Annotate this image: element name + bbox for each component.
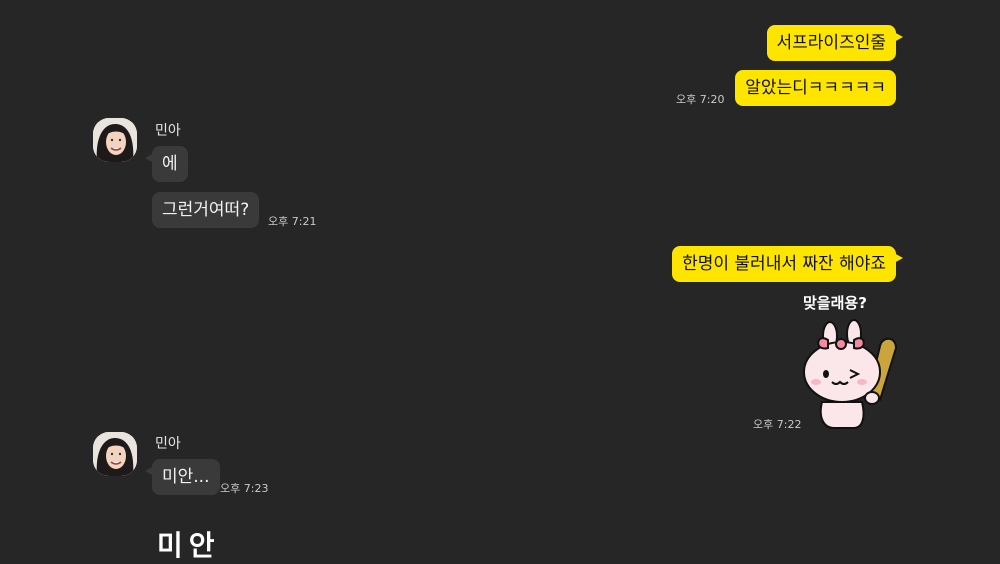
avatar[interactable]	[93, 432, 137, 476]
message-text: 미안...	[162, 467, 210, 487]
incoming-message-bubble[interactable]: 에	[145, 146, 188, 182]
bunny-with-bat-sticker[interactable]	[796, 318, 904, 430]
outgoing-message-bubble[interactable]: 서프라이즈인줄	[766, 25, 904, 61]
message-timestamp: 오후 7:22	[753, 418, 802, 431]
profile-photo-icon	[93, 432, 137, 476]
message-text: 서프라이즈인줄	[776, 33, 886, 53]
message-text: 한명이 불러내서 짜잔 해야죠	[682, 254, 886, 274]
incoming-message-bubble[interactable]: 그런거여떠?	[152, 192, 260, 228]
avatar[interactable]	[93, 118, 137, 162]
message-timestamp: 오후 7:20	[676, 93, 725, 106]
outgoing-message-bubble[interactable]: 알았는디ㅋㅋㅋㅋㅋ	[735, 70, 896, 106]
outgoing-message-bubble[interactable]: 한명이 불러내서 짜잔 해야죠	[672, 246, 903, 282]
sticker-caption: 맞을래용?	[803, 294, 867, 312]
profile-photo-icon	[93, 118, 137, 162]
bunny-sticker-icon	[803, 319, 898, 429]
message-text: 알았는디ㅋㅋㅋㅋㅋ	[745, 78, 886, 98]
message-text: 에	[162, 154, 178, 174]
sender-name: 민아	[155, 436, 181, 452]
message-timestamp: 오후 7:21	[268, 215, 317, 228]
text-sticker[interactable]: 미안	[157, 524, 221, 564]
message-timestamp: 오후 7:23	[220, 482, 269, 495]
sender-name: 민아	[155, 123, 181, 139]
incoming-message-bubble[interactable]: 미안...	[145, 459, 220, 495]
message-text: 그런거여떠?	[162, 200, 250, 220]
